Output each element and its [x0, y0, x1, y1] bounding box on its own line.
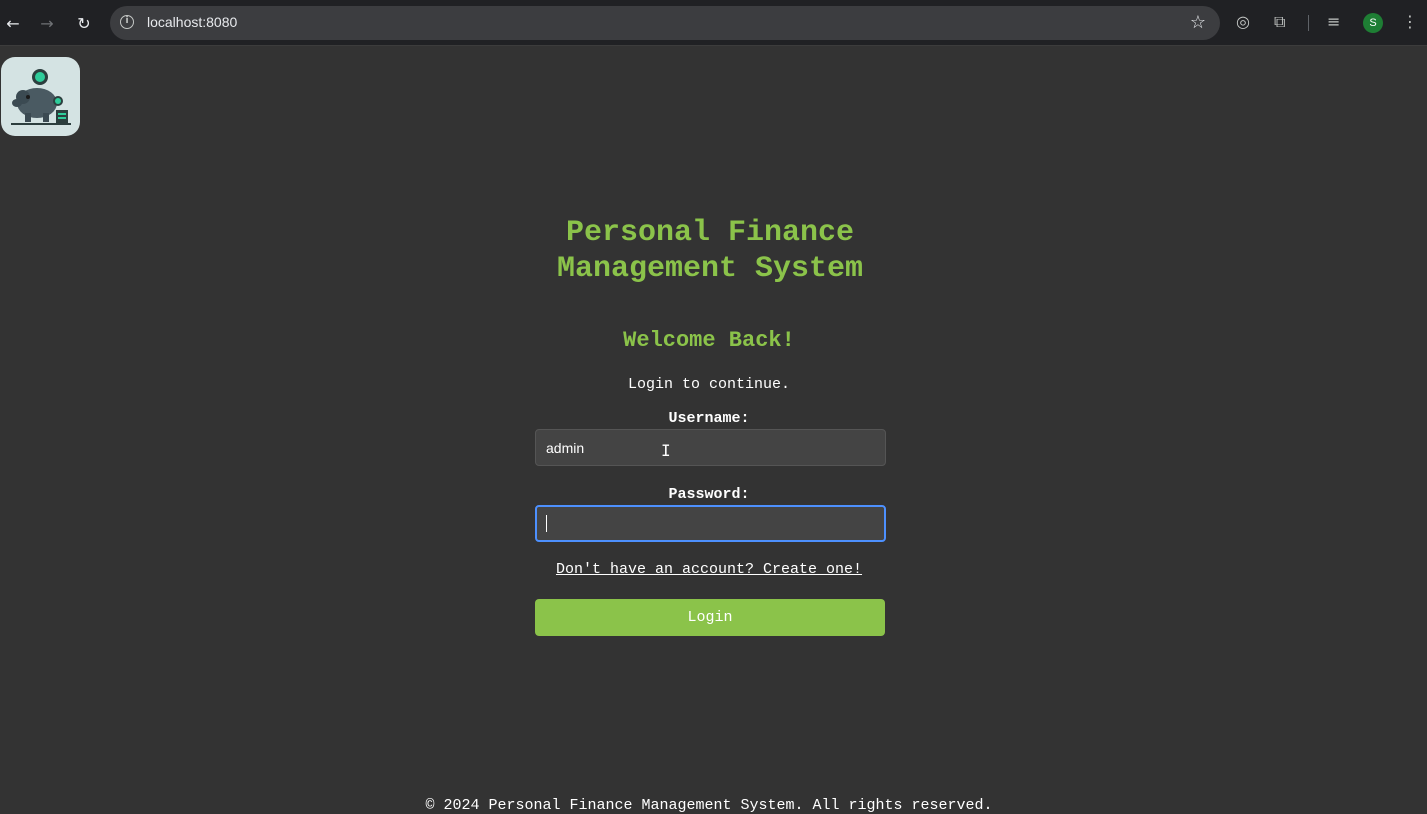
create-account-link[interactable]: Don't have an account? Create one!: [0, 561, 1418, 578]
reload-icon[interactable]: ↻: [72, 11, 96, 35]
more-menu-icon[interactable]: ⋮: [1402, 12, 1418, 31]
page-title-text: Personal Finance Management System: [556, 216, 864, 286]
login-subtitle: Login to continue.: [627, 376, 791, 393]
input-caret: [546, 515, 547, 532]
media-queue-icon[interactable]: ≡: [1327, 12, 1340, 31]
login-button[interactable]: Login: [535, 599, 885, 636]
toolbar-divider: [1308, 15, 1309, 31]
username-label: Username:: [668, 410, 750, 427]
password-field[interactable]: [535, 505, 886, 542]
browser-toolbar: ← → ↻ i localhost:8080 ☆ ◎ ⧉ ≡ S ⋮: [0, 0, 1427, 46]
extension-glasses-icon[interactable]: ◎: [1236, 12, 1250, 31]
username-field[interactable]: [535, 429, 886, 466]
footer-copyright: © 2024 Personal Finance Management Syste…: [425, 797, 993, 814]
text-cursor-icon: I: [661, 441, 671, 460]
puzzle-icon[interactable]: ⧉: [1274, 12, 1285, 32]
profile-avatar[interactable]: S: [1363, 13, 1383, 33]
back-icon[interactable]: ←: [1, 11, 25, 35]
password-label: Password:: [668, 486, 750, 503]
star-icon[interactable]: ☆: [1190, 12, 1206, 33]
piggy-bank-icon: [1, 57, 80, 136]
address-bar[interactable]: i localhost:8080 ☆: [110, 6, 1220, 40]
site-info-icon[interactable]: i: [120, 15, 134, 29]
page-title: Personal Finance Management System: [0, 215, 1420, 287]
url-text: localhost:8080: [147, 14, 238, 30]
forward-icon[interactable]: →: [35, 11, 59, 35]
welcome-heading: Welcome Back!: [623, 328, 795, 353]
